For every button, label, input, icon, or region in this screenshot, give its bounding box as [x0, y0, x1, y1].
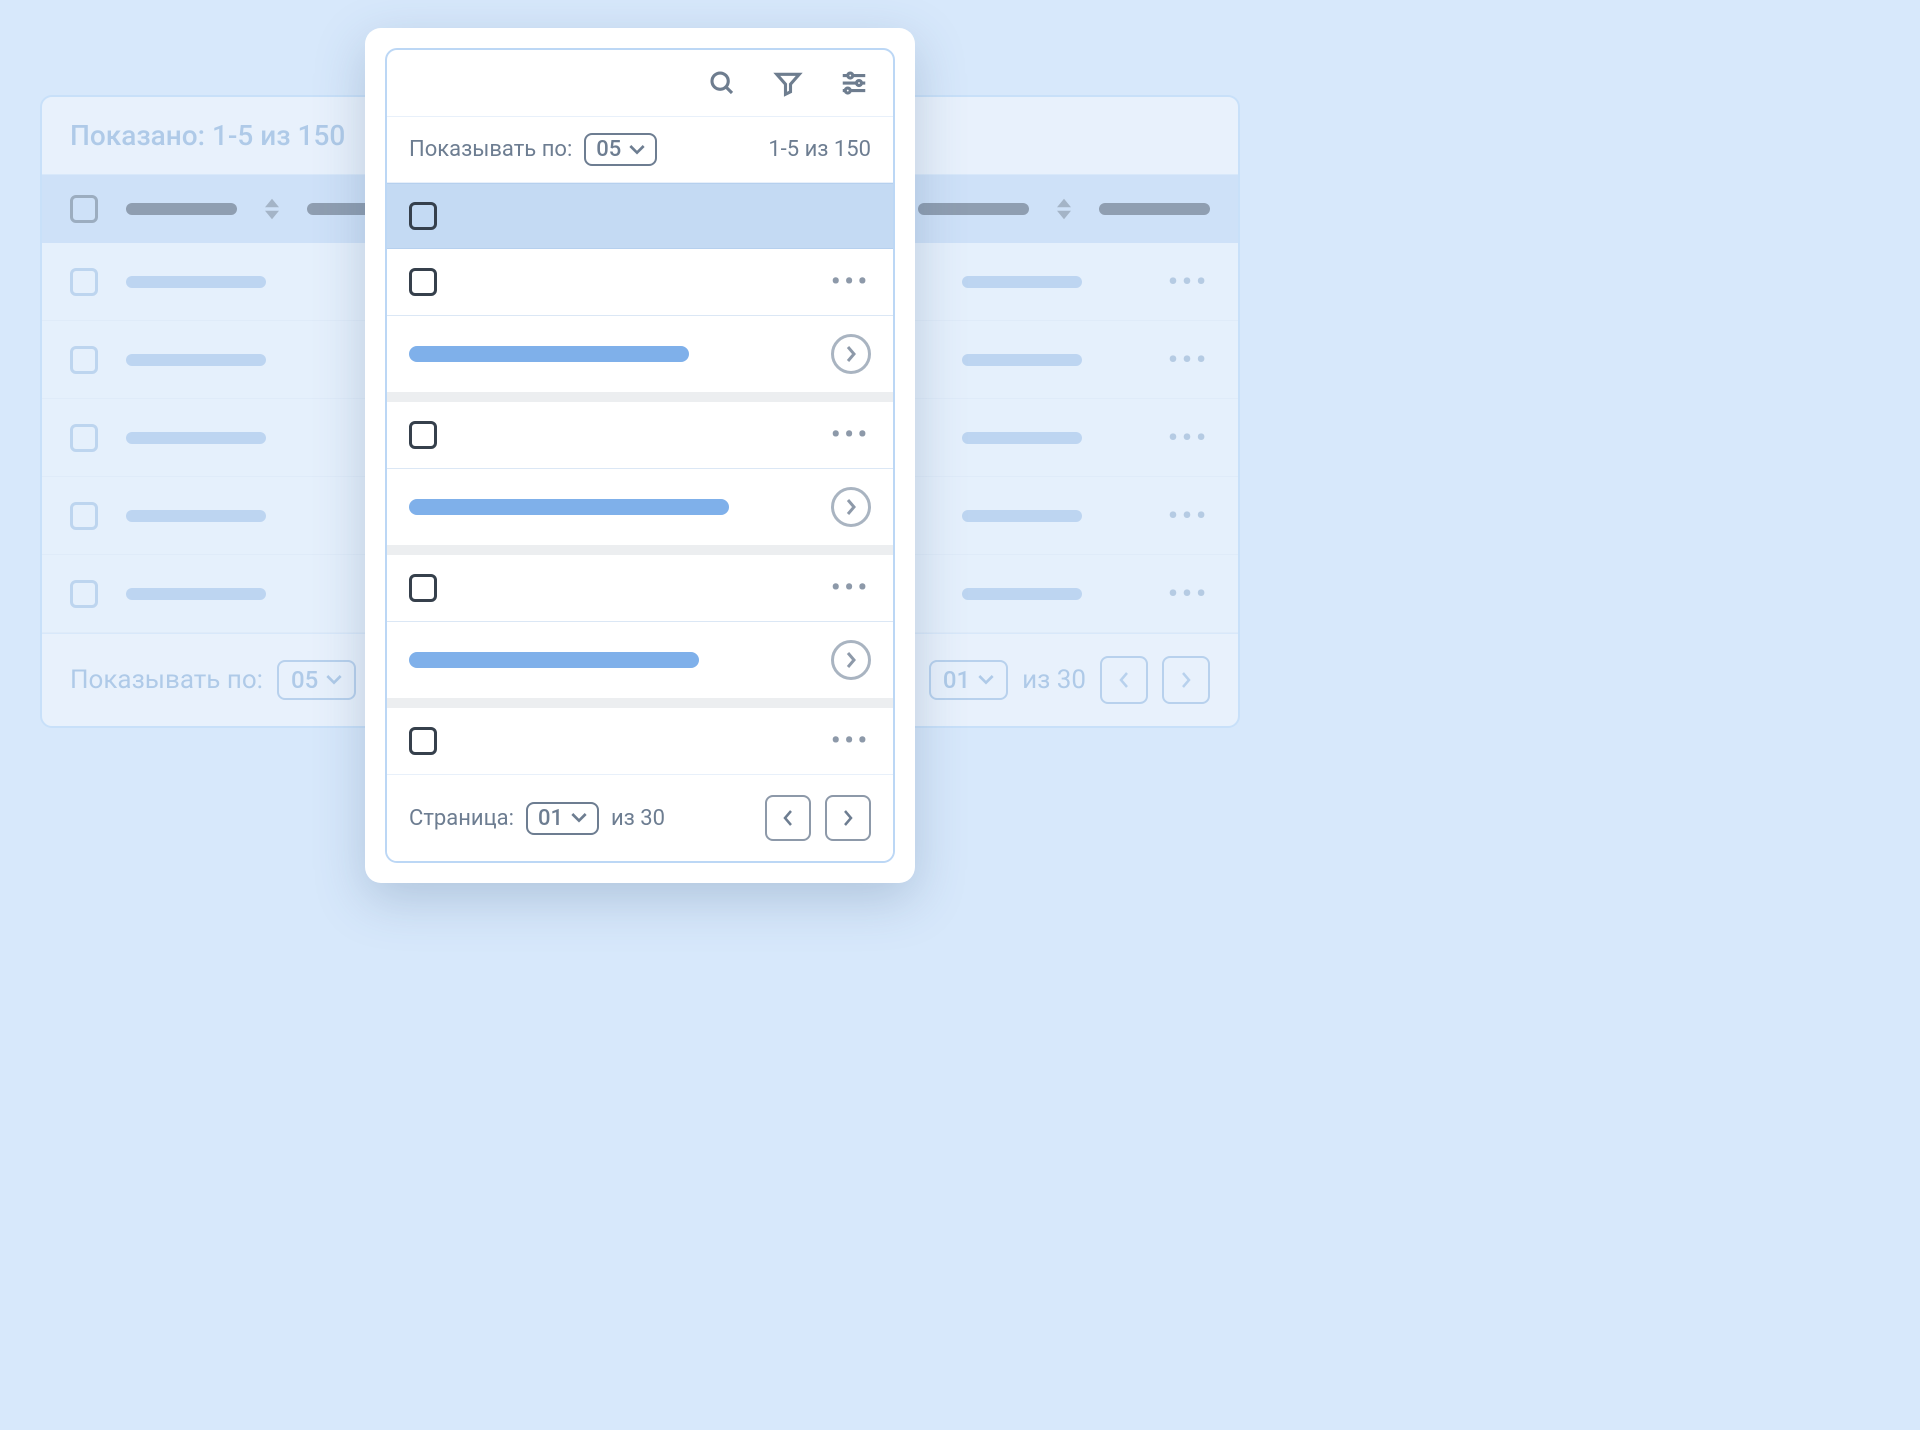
more-icon[interactable]: ••• [831, 573, 871, 603]
chevron-down-icon [571, 810, 587, 826]
row-checkbox[interactable] [70, 424, 98, 452]
more-icon[interactable]: ••• [831, 726, 871, 756]
cell-placeholder [126, 276, 266, 288]
range-label: 1-5 из 150 [768, 137, 871, 162]
content-placeholder [409, 652, 699, 668]
of-pages-label: из 30 [1022, 665, 1086, 695]
more-icon[interactable]: ••• [1168, 499, 1210, 532]
chevron-down-icon [326, 672, 342, 688]
more-icon[interactable]: ••• [1168, 265, 1210, 298]
mobile-toolbar [387, 50, 893, 117]
of-pages-label: из 30 [611, 806, 665, 831]
cell-placeholder [962, 432, 1082, 444]
chevron-down-icon [978, 672, 994, 688]
per-page-value: 05 [596, 137, 621, 162]
mobile-controls: Показывать по: 05 1-5 из 150 [387, 117, 893, 183]
row-checkbox[interactable] [409, 421, 437, 449]
mobile-card-shell: Показывать по: 05 1-5 из 150 ••• [365, 28, 915, 883]
expand-button[interactable] [831, 487, 871, 527]
list-item: ••• [387, 402, 893, 555]
page-value: 01 [538, 806, 563, 831]
mobile-list-header [387, 183, 893, 249]
per-page-label: Показывать по: [70, 665, 263, 695]
page-label: Страница: [409, 806, 514, 831]
next-page-button[interactable] [825, 795, 871, 841]
row-checkbox[interactable] [70, 502, 98, 530]
prev-page-button[interactable] [1100, 656, 1148, 704]
more-icon[interactable]: ••• [831, 420, 871, 450]
settings-sliders-icon[interactable] [839, 68, 869, 98]
chevron-down-icon [629, 142, 645, 158]
per-page-label: Показывать по: [409, 137, 572, 162]
filter-icon[interactable] [773, 68, 803, 98]
select-all-checkbox[interactable] [70, 195, 98, 223]
select-all-checkbox[interactable] [409, 202, 437, 230]
content-placeholder [409, 499, 729, 515]
expand-button[interactable] [831, 640, 871, 680]
cell-placeholder [962, 588, 1082, 600]
per-page-value: 05 [291, 666, 318, 694]
page-select[interactable]: 01 [929, 660, 1008, 700]
cell-placeholder [962, 510, 1082, 522]
cell-placeholder [126, 510, 266, 522]
row-checkbox[interactable] [409, 574, 437, 602]
column-header[interactable] [1099, 203, 1210, 215]
prev-page-button[interactable] [765, 795, 811, 841]
shown-count-label: Показано: 1-5 из 150 [70, 119, 345, 152]
more-icon[interactable]: ••• [831, 267, 871, 297]
column-header[interactable] [918, 203, 1029, 215]
more-icon[interactable]: ••• [1168, 343, 1210, 376]
content-placeholder [409, 346, 689, 362]
mobile-list-card: Показывать по: 05 1-5 из 150 ••• [385, 48, 895, 863]
expand-button[interactable] [831, 334, 871, 374]
cell-placeholder [126, 354, 266, 366]
row-checkbox[interactable] [409, 727, 437, 755]
page-value: 01 [943, 666, 970, 694]
next-page-button[interactable] [1162, 656, 1210, 704]
sort-icon[interactable] [1057, 198, 1071, 220]
row-checkbox[interactable] [409, 268, 437, 296]
per-page-select[interactable]: 05 [277, 660, 356, 700]
more-icon[interactable]: ••• [1168, 421, 1210, 454]
cell-placeholder [962, 354, 1082, 366]
row-checkbox[interactable] [70, 346, 98, 374]
search-icon[interactable] [707, 68, 737, 98]
row-checkbox[interactable] [70, 268, 98, 296]
list-item: ••• [387, 708, 893, 774]
per-page-select[interactable]: 05 [584, 133, 657, 166]
sort-icon[interactable] [265, 198, 279, 220]
list-item: ••• [387, 249, 893, 402]
cell-placeholder [126, 588, 266, 600]
cell-placeholder [962, 276, 1082, 288]
mobile-footer: Страница: 01 из 30 [387, 774, 893, 861]
column-header[interactable] [126, 203, 237, 215]
more-icon[interactable]: ••• [1168, 577, 1210, 610]
list-item: ••• [387, 555, 893, 708]
cell-placeholder [126, 432, 266, 444]
page-select[interactable]: 01 [526, 802, 599, 835]
row-checkbox[interactable] [70, 580, 98, 608]
